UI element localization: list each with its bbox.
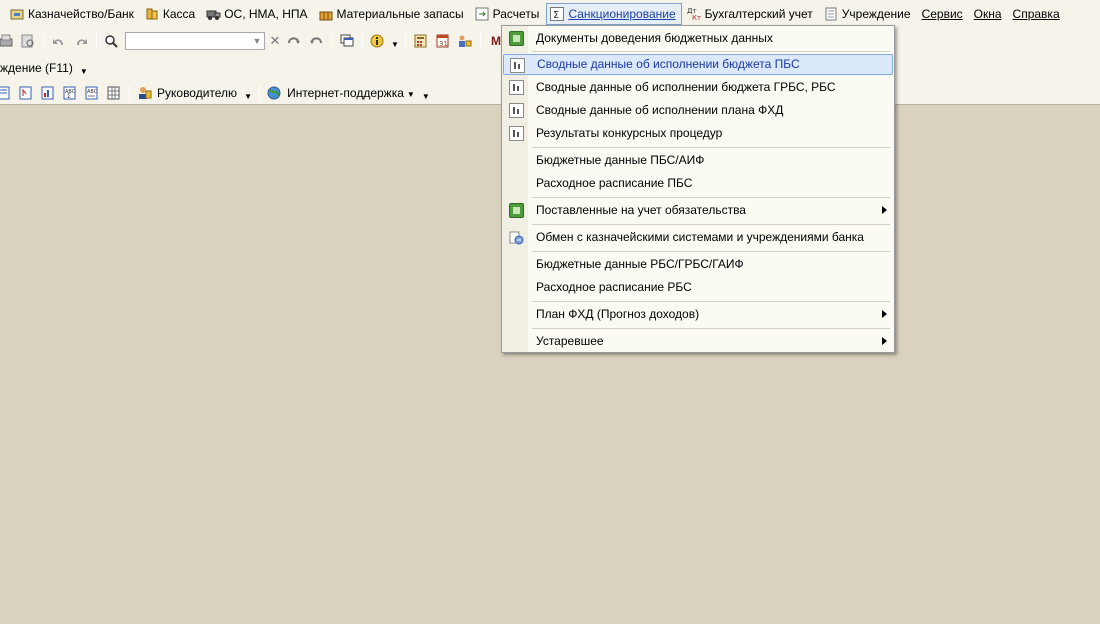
report-text-icon[interactable]: ABC xyxy=(82,84,102,102)
menu-separator xyxy=(532,51,890,52)
sanctioning-dropdown-menu: Документы доведения бюджетных данных Сво… xyxy=(501,25,895,353)
chevron-down-icon[interactable]: ▼ xyxy=(250,33,264,49)
menu-item-summary-fhd[interactable]: Сводные данные об исполнении плана ФХД xyxy=(503,100,893,121)
menu-cash[interactable]: Касса xyxy=(141,3,201,25)
menu-separator xyxy=(532,251,890,252)
report-icon xyxy=(509,80,524,95)
menu-item-expense-schedule-rbs[interactable]: Расходное расписание РБС xyxy=(503,277,893,298)
search-icon[interactable] xyxy=(102,32,122,50)
green-doc-icon xyxy=(509,31,524,46)
toolbar-separator xyxy=(331,31,332,50)
menu-settlements[interactable]: Расчеты xyxy=(471,3,546,25)
menu-separator xyxy=(532,147,890,148)
menu-separator xyxy=(532,197,890,198)
menu-item-budget-data-rbs[interactable]: Бюджетные данные РБС/ГРБС/ГАИФ xyxy=(503,254,893,275)
redo-icon[interactable] xyxy=(71,32,91,50)
svg-text:Σ: Σ xyxy=(553,10,559,21)
fixed-assets-icon xyxy=(206,7,221,21)
menu-separator xyxy=(532,301,890,302)
print-icon[interactable] xyxy=(0,32,16,50)
chevron-down-icon[interactable]: ▼ xyxy=(420,84,432,102)
menu-item-expense-schedule-pbs[interactable]: Расходное расписание ПБС xyxy=(503,173,893,194)
toolbar-separator xyxy=(405,31,406,50)
info-dropdown-icon[interactable]: ▼ xyxy=(390,32,400,50)
menu-item-budget-data-docs[interactable]: Документы доведения бюджетных данных xyxy=(503,28,893,49)
report-icon xyxy=(510,58,525,73)
users-icon[interactable] xyxy=(455,32,475,50)
search-next-icon[interactable] xyxy=(284,32,304,50)
menu-separator xyxy=(532,328,890,329)
menu-fixed-assets[interactable]: ОС, НМА, НПА xyxy=(202,3,313,25)
institution-icon xyxy=(824,7,839,21)
submenu-arrow-icon xyxy=(882,337,887,345)
report-icon xyxy=(509,126,524,141)
calendar-icon[interactable]: 31 xyxy=(433,32,453,50)
toolbar-separator xyxy=(362,31,363,50)
svg-text:ABC: ABC xyxy=(87,89,98,95)
settlements-icon xyxy=(475,7,490,21)
debit-credit-icon: Дт Кт xyxy=(687,7,702,22)
report-chart-icon[interactable] xyxy=(38,84,58,102)
print-preview-icon[interactable] xyxy=(18,32,38,50)
chevron-down-icon[interactable]: ▼ xyxy=(242,84,254,102)
toolbar-separator xyxy=(480,31,481,50)
svg-text:Σ: Σ xyxy=(67,93,71,100)
green-doc-icon xyxy=(509,203,524,218)
menu-separator xyxy=(532,224,890,225)
toolbar-separator xyxy=(43,31,44,50)
menu-inventory[interactable]: Материальные запасы xyxy=(315,3,470,25)
toolbar-institution-label[interactable]: ждение (F11) xyxy=(0,61,77,75)
menu-service[interactable]: Сервис xyxy=(918,3,969,25)
sum-icon: Σ xyxy=(550,6,565,21)
inventory-icon xyxy=(319,7,334,21)
manager-icon[interactable] xyxy=(135,84,155,102)
menu-item-registered-obligations[interactable]: Поставленные на учет обязательства xyxy=(503,200,893,221)
toolbar-separator xyxy=(129,83,130,102)
report-icon xyxy=(509,103,524,118)
menu-item-fhd-plan[interactable]: План ФХД (Прогноз доходов) xyxy=(503,304,893,325)
internet-support-menu[interactable]: Интернет-поддержка ▼ xyxy=(286,86,419,100)
menu-sanctioning[interactable]: Σ Санкционирование xyxy=(546,2,682,25)
menu-item-summary-pbs[interactable]: Сводные данные об исполнении бюджета ПБС xyxy=(503,54,893,75)
menu-item-obsolete[interactable]: Устаревшее xyxy=(503,331,893,352)
chevron-down-icon[interactable]: ▼ xyxy=(78,59,90,77)
menu-windows[interactable]: Окна xyxy=(970,3,1008,25)
report-icon[interactable] xyxy=(0,84,14,102)
menu-institution[interactable]: Учреждение xyxy=(820,3,917,25)
report-abc-icon[interactable]: ABC Σ xyxy=(60,84,80,102)
undo-icon[interactable] xyxy=(49,32,69,50)
menu-item-budget-data-pbs[interactable]: Бюджетные данные ПБС/АИФ xyxy=(503,150,893,171)
menu-treasury-bank[interactable]: Казначейство/Банк xyxy=(6,3,140,25)
calculator-icon[interactable] xyxy=(411,32,431,50)
svg-text:Кт: Кт xyxy=(692,14,701,21)
toolbar-separator xyxy=(259,83,261,102)
info-icon[interactable] xyxy=(368,32,388,50)
submenu-arrow-icon xyxy=(882,310,887,318)
main-menu-bar: Казначейство/Банк Касса ОС, НМА, НПА Мат… xyxy=(0,0,1100,27)
managers-menu[interactable]: Руководителю xyxy=(156,86,241,100)
treasury-bank-icon xyxy=(10,7,25,21)
globe-icon[interactable] xyxy=(265,84,285,102)
report-grid-icon[interactable] xyxy=(104,84,124,102)
svg-text:31: 31 xyxy=(439,40,448,48)
menu-item-summary-grbs[interactable]: Сводные данные об исполнении бюджета ГРБ… xyxy=(503,77,893,98)
menu-accounting[interactable]: Дт Кт Бухгалтерский учет xyxy=(683,3,819,25)
toolbar-separator xyxy=(96,31,97,50)
search-prev-icon[interactable] xyxy=(306,32,326,50)
cash-icon xyxy=(145,7,160,21)
menu-item-tender-results[interactable]: Результаты конкурсных процедур xyxy=(503,123,893,144)
windows-icon[interactable] xyxy=(337,32,357,50)
search-input[interactable]: ▼ xyxy=(125,31,265,50)
submenu-arrow-icon xyxy=(882,206,887,214)
menu-item-treasury-exchange[interactable]: Обмен с казначейскими системами и учрежд… xyxy=(503,227,893,248)
exchange-icon xyxy=(509,230,524,245)
close-icon[interactable]: ✕ xyxy=(267,32,283,50)
report-sort-icon[interactable] xyxy=(16,84,36,102)
menu-help[interactable]: Справка xyxy=(1009,3,1066,25)
